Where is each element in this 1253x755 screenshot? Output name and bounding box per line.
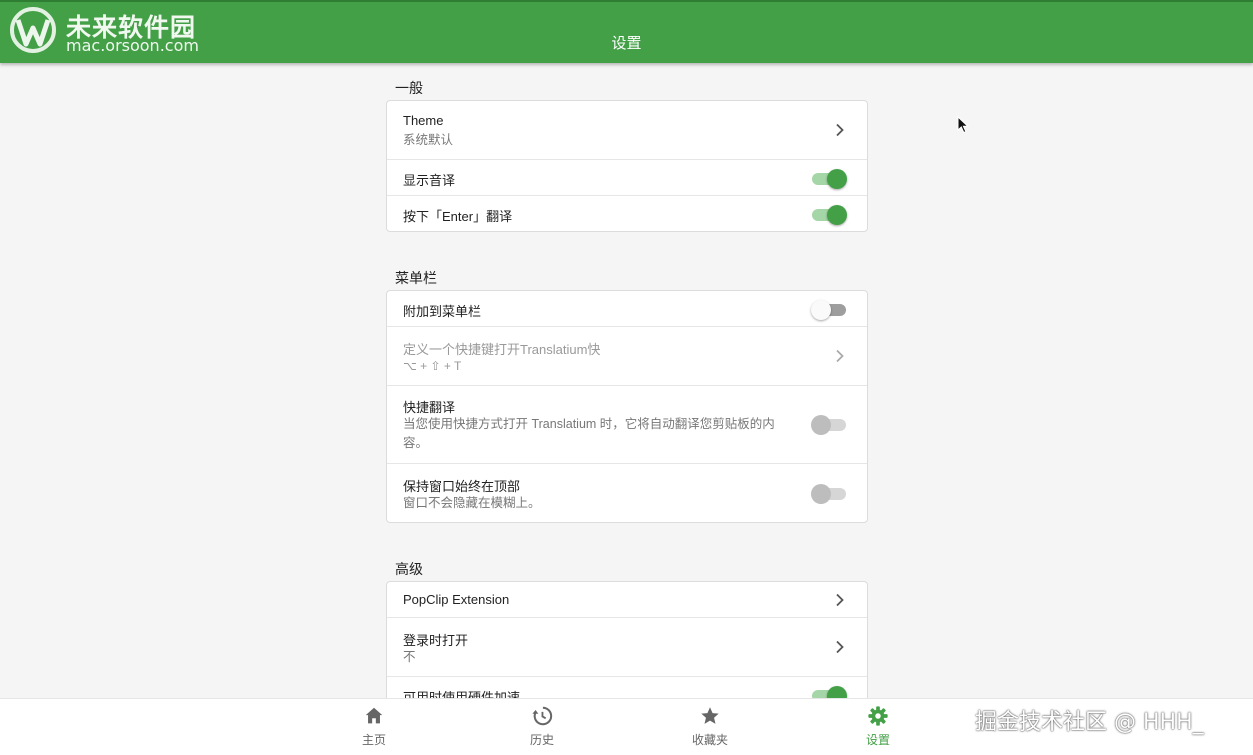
quick-translate-row: 快捷翻译 当您使用快捷方式打开 Translatium 时，它将自动翻译您剪贴板…	[387, 386, 867, 464]
quick-translate-desc-line2: 容。	[403, 436, 429, 450]
hw-accel-row: 可用时使用硬件加速	[387, 677, 867, 698]
open-at-login-row[interactable]: 登录时打开 不	[387, 618, 867, 677]
history-icon	[532, 706, 553, 726]
app-bar: 未来软件园 mac.orsoon.com 设置	[0, 0, 1253, 63]
mouse-cursor-icon	[957, 116, 969, 134]
open-at-login-value: 不	[403, 650, 416, 664]
chevron-right-icon	[835, 593, 845, 607]
quick-translate-toggle[interactable]	[811, 413, 847, 435]
enter-translate-row: 按下「Enter」翻译	[387, 196, 867, 231]
nav-settings[interactable]: 设置	[838, 705, 918, 748]
always-on-top-desc: 窗口不会隐藏在模糊上。	[403, 496, 541, 510]
nav-history[interactable]: 历史	[502, 705, 582, 748]
always-on-top-row: 保持窗口始终在顶部 窗口不会隐藏在模糊上。	[387, 464, 867, 522]
star-icon	[701, 707, 719, 724]
shortcut-row[interactable]: 定义一个快捷键打开Translatium快 ⌥ + ⇧ + T	[387, 327, 867, 386]
juejin-watermark: 掘金技术社区 @ HHH_	[975, 710, 1204, 735]
page-title: 设置	[611, 35, 642, 52]
home-icon	[365, 707, 383, 724]
show-phonetic-title: 显示音译	[403, 173, 456, 188]
theme-value: 系统默认	[403, 133, 454, 147]
popclip-title: PopClip Extension	[403, 592, 510, 607]
nav-home[interactable]: 主页	[334, 705, 414, 748]
show-phonetic-toggle[interactable]	[811, 167, 847, 189]
menubar-card: 附加到菜单栏 定义一个快捷键打开Translatium快 ⌥ + ⇧ + T 快…	[386, 290, 868, 523]
attach-menubar-row: 附加到菜单栏	[387, 291, 867, 327]
always-on-top-toggle[interactable]	[811, 482, 847, 504]
nav-settings-label: 设置	[865, 733, 890, 747]
chevron-right-icon	[835, 640, 845, 654]
popclip-row[interactable]: PopClip Extension	[387, 582, 867, 618]
section-title-menubar: 菜单栏	[395, 270, 437, 286]
attach-menubar-title: 附加到菜单栏	[403, 304, 482, 319]
section-title-advanced: 高级	[395, 561, 423, 577]
theme-row[interactable]: Theme 系统默认	[387, 101, 867, 160]
theme-title: Theme	[403, 113, 444, 128]
nav-favorites[interactable]: 收藏夹	[670, 705, 750, 748]
hw-accel-title: 可用时使用硬件加速	[403, 690, 521, 698]
gear-icon	[868, 706, 888, 726]
enter-translate-title: 按下「Enter」翻译	[403, 209, 513, 224]
chevron-right-icon	[835, 123, 845, 137]
hw-accel-toggle[interactable]	[811, 684, 847, 698]
shortcut-keys: ⌥ + ⇧ + T	[403, 359, 462, 373]
settings-content[interactable]: 一般 Theme 系统默认 显示音译 按下「Enter」翻译 菜单栏 附加到菜单…	[386, 63, 868, 698]
nav-history-label: 历史	[529, 733, 554, 747]
quick-translate-desc-line1: 当您使用快捷方式打开 Translatium 时，它将自动翻译您剪贴板的内	[403, 417, 775, 431]
advanced-card: PopClip Extension 登录时打开 不 可用时使用硬件加速	[386, 581, 868, 698]
nav-favorites-label: 收藏夹	[691, 733, 728, 747]
enter-translate-toggle[interactable]	[811, 203, 847, 225]
general-card: Theme 系统默认 显示音译 按下「Enter」翻译	[386, 100, 868, 232]
show-phonetic-row: 显示音译	[387, 160, 867, 196]
nav-home-label: 主页	[361, 733, 386, 747]
section-title-general: 一般	[395, 80, 423, 96]
attach-menubar-toggle[interactable]	[811, 298, 847, 320]
chevron-right-icon	[835, 349, 845, 363]
